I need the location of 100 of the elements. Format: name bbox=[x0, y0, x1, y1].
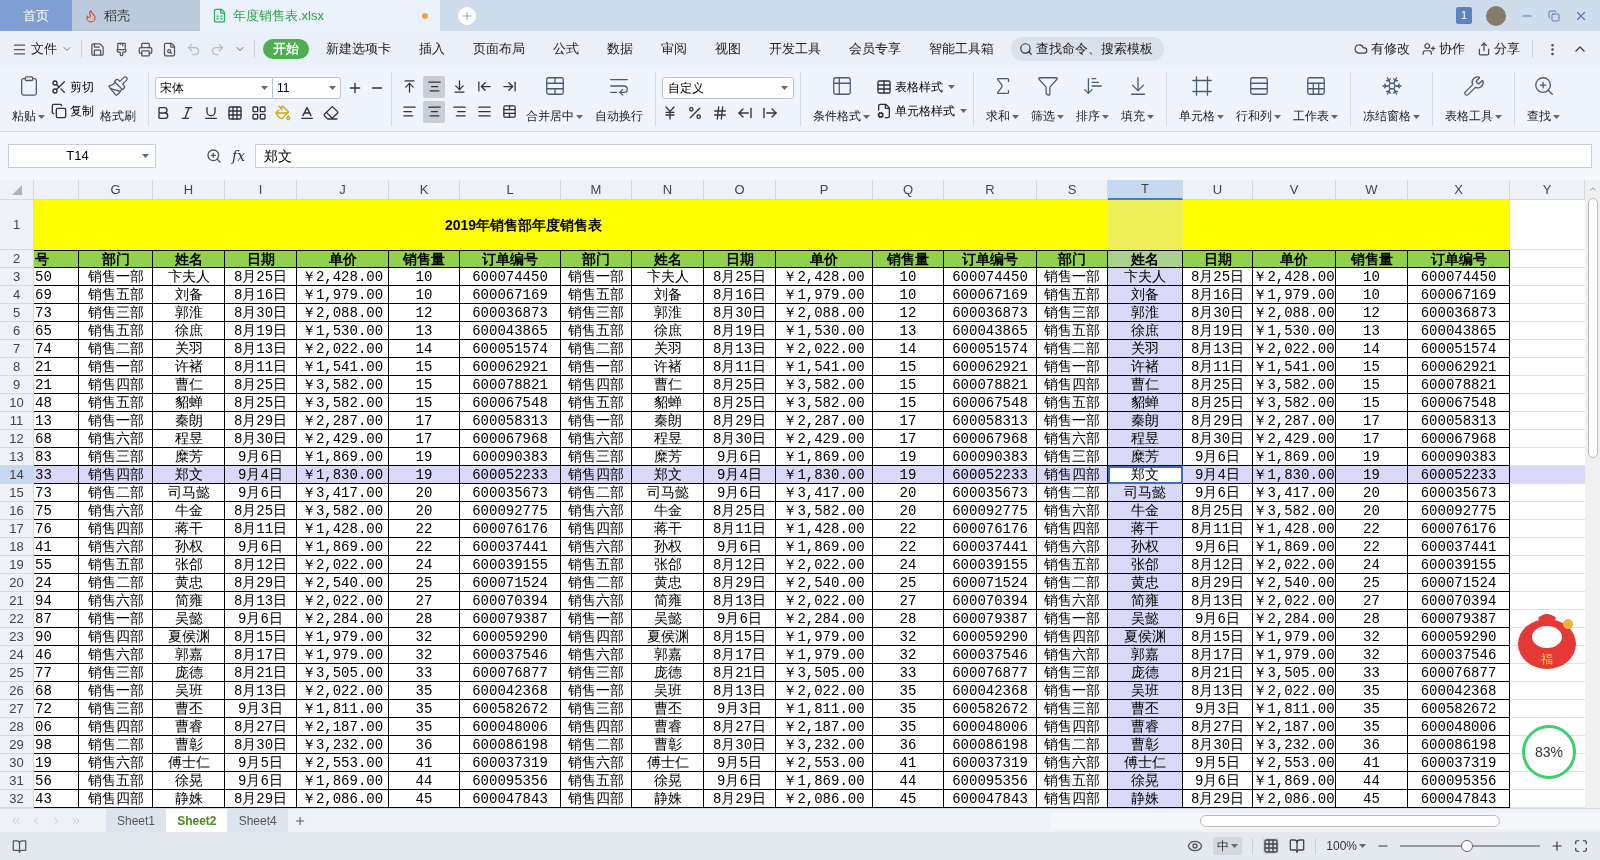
row-header[interactable]: 2 bbox=[0, 250, 34, 268]
borders-icon[interactable] bbox=[227, 105, 243, 121]
toolbar-button[interactable]: 协作 bbox=[1422, 39, 1465, 59]
cut-button[interactable]: 剪切 bbox=[51, 78, 94, 96]
column-header[interactable]: K bbox=[389, 180, 460, 200]
ribbon-tab[interactable]: 插入 bbox=[408, 38, 456, 60]
underline-icon[interactable] bbox=[203, 105, 219, 121]
row-header[interactable]: 18 bbox=[0, 538, 34, 556]
column-header[interactable]: S bbox=[1037, 180, 1108, 200]
brush-icon[interactable] bbox=[114, 41, 129, 57]
command-search-field[interactable]: 查找命令、搜索模板 bbox=[1011, 37, 1164, 61]
thousands-icon[interactable] bbox=[712, 105, 728, 121]
ribbon-tab[interactable]: 页面布局 bbox=[462, 38, 536, 60]
column-header[interactable]: U bbox=[1183, 180, 1253, 200]
row-header[interactable]: 21 bbox=[0, 592, 34, 610]
document-tab[interactable]: 稻壳 bbox=[72, 0, 200, 31]
fullscreen-icon[interactable] bbox=[1574, 839, 1588, 853]
column-header[interactable]: J bbox=[297, 180, 389, 200]
notification-badge[interactable]: 1 bbox=[1455, 7, 1472, 24]
column-header[interactable]: T bbox=[1108, 180, 1183, 200]
macro-icon[interactable] bbox=[12, 838, 27, 854]
row-header[interactable]: 5 bbox=[0, 304, 34, 322]
copy-button[interactable]: 复制 bbox=[51, 102, 94, 120]
filter-button[interactable]: 筛选 bbox=[1025, 73, 1070, 125]
fill-button[interactable]: 填充 bbox=[1115, 73, 1160, 125]
freeze-panes-button[interactable]: 冻结窗格 bbox=[1357, 73, 1426, 125]
fill-color-icon[interactable] bbox=[275, 105, 291, 121]
row-header[interactable]: 22 bbox=[0, 610, 34, 628]
column-header[interactable]: V bbox=[1253, 180, 1336, 200]
number-format-select[interactable]: 自定义 bbox=[662, 77, 794, 99]
row-header[interactable]: 17 bbox=[0, 520, 34, 538]
sum-button[interactable]: 求和 bbox=[980, 73, 1025, 125]
increase-decimal-icon[interactable] bbox=[737, 105, 753, 121]
percent-icon[interactable] bbox=[687, 105, 703, 121]
page-view-icon[interactable] bbox=[1289, 838, 1306, 854]
bold-icon[interactable] bbox=[155, 105, 171, 121]
currency-icon[interactable] bbox=[662, 105, 678, 121]
row-header[interactable]: 1 bbox=[0, 200, 34, 250]
row-header[interactable]: 16 bbox=[0, 502, 34, 520]
grow-font-icon[interactable] bbox=[347, 80, 363, 96]
ribbon-tab[interactable]: 新建选项卡 bbox=[315, 38, 402, 60]
avatar[interactable] bbox=[1486, 5, 1506, 26]
column-header[interactable]: Y bbox=[1510, 180, 1585, 200]
toolbar-button[interactable]: 分享 bbox=[1477, 39, 1520, 59]
font-size-select[interactable]: 11 bbox=[273, 77, 341, 99]
row-header[interactable]: 23 bbox=[0, 628, 34, 646]
scroll-thumb[interactable] bbox=[1200, 814, 1501, 827]
sheet-tab[interactable]: Sheet1 bbox=[105, 809, 167, 832]
ribbon-tab[interactable]: 智能工具箱 bbox=[918, 38, 1005, 60]
merge-center-button[interactable]: 合并居中 bbox=[520, 73, 589, 125]
align-middle-icon[interactable] bbox=[423, 75, 445, 98]
horizontal-scrollbar[interactable] bbox=[1050, 812, 1600, 829]
row-header[interactable]: 20 bbox=[0, 574, 34, 592]
row-header[interactable]: 15 bbox=[0, 484, 34, 502]
row-header[interactable]: 28 bbox=[0, 718, 34, 736]
function-label[interactable]: fx bbox=[232, 145, 246, 167]
column-header[interactable]: P bbox=[776, 180, 873, 200]
column-header[interactable]: N bbox=[632, 180, 704, 200]
zoom-in-icon[interactable] bbox=[1550, 839, 1564, 853]
file-menu[interactable]: 文件 bbox=[12, 39, 73, 59]
name-box[interactable]: T14 bbox=[8, 144, 156, 168]
column-header[interactable]: W bbox=[1336, 180, 1408, 200]
slider-thumb[interactable] bbox=[1461, 840, 1474, 852]
table-style-button[interactable]: 表格样式 bbox=[876, 78, 967, 96]
formula-field[interactable]: 郑文 bbox=[255, 144, 1592, 168]
row-header[interactable]: 31 bbox=[0, 772, 34, 790]
zoom-level-button[interactable]: 100% bbox=[1326, 837, 1366, 855]
font-select[interactable]: 宋体 bbox=[155, 77, 273, 99]
row-header[interactable]: 12 bbox=[0, 430, 34, 448]
column-header[interactable]: L bbox=[460, 180, 561, 200]
column-header[interactable]: R bbox=[944, 180, 1037, 200]
align-center-icon[interactable] bbox=[423, 100, 445, 123]
input-mode-button[interactable]: 中 bbox=[1213, 837, 1243, 855]
italic-icon[interactable] bbox=[179, 105, 195, 121]
sort-button[interactable]: 排序 bbox=[1070, 73, 1115, 125]
row-header[interactable]: 29 bbox=[0, 736, 34, 754]
ribbon-tab[interactable]: 审阅 bbox=[650, 38, 698, 60]
ribbon-tab[interactable]: 数据 bbox=[596, 38, 644, 60]
zoom-icon[interactable] bbox=[206, 148, 222, 164]
row-header[interactable]: 6 bbox=[0, 322, 34, 340]
scroll-thumb[interactable] bbox=[1587, 198, 1598, 458]
row-header[interactable]: 13 bbox=[0, 448, 34, 466]
sheet-tab[interactable]: Sheet2 bbox=[166, 809, 228, 832]
row-header[interactable]: 8 bbox=[0, 358, 34, 376]
column-header[interactable]: I bbox=[225, 180, 297, 200]
row-header[interactable]: 30 bbox=[0, 754, 34, 772]
row-header[interactable]: 4 bbox=[0, 286, 34, 304]
format-painter-button[interactable]: 格式刷 bbox=[94, 73, 142, 125]
row-header[interactable]: 32 bbox=[0, 790, 34, 808]
column-header[interactable]: G bbox=[79, 180, 153, 200]
ribbon-tab[interactable]: 公式 bbox=[542, 38, 590, 60]
row-header[interactable]: 3 bbox=[0, 268, 34, 286]
cell-button[interactable]: 单元格 bbox=[1173, 73, 1230, 125]
vertical-scrollbar[interactable] bbox=[1585, 180, 1600, 808]
eraser-icon[interactable] bbox=[323, 105, 339, 121]
find-button[interactable]: 查找 bbox=[1521, 73, 1566, 125]
save-icon[interactable] bbox=[90, 41, 105, 57]
row-header[interactable]: 14 bbox=[0, 466, 34, 484]
row-header[interactable]: 7 bbox=[0, 340, 34, 358]
column-header[interactable]: H bbox=[153, 180, 225, 200]
